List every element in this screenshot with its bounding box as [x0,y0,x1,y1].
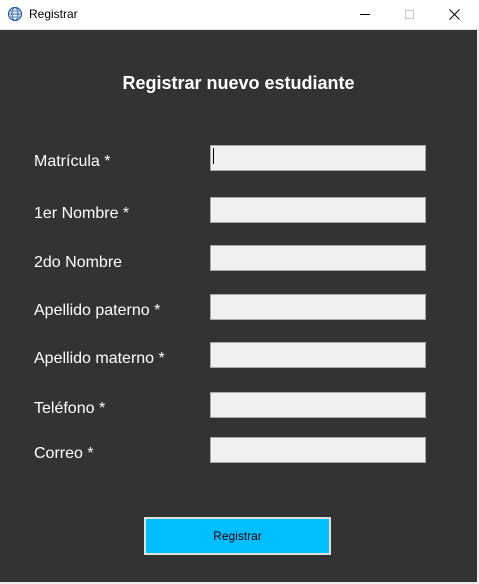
apellido-materno-field[interactable] [210,342,426,368]
minimize-icon [360,14,370,15]
title-bar[interactable]: Registrar [0,0,479,30]
segundo-nombre-field[interactable] [210,245,426,271]
matricula-label: Matrícula * [34,153,111,170]
apellido-materno-label: Apellido materno * [34,350,165,367]
primer-nombre-field[interactable] [210,197,426,223]
app-globe-icon [7,6,23,22]
close-icon [448,9,460,20]
primer-nombre-label: 1er Nombre * [34,205,130,222]
segundo-nombre-label: 2do Nombre [34,254,123,271]
maximize-icon [404,10,414,19]
apellido-paterno-field[interactable] [210,294,426,320]
matricula-field[interactable] [210,145,426,171]
correo-label: Correo * [34,445,94,462]
telefono-label: Teléfono * [34,400,106,417]
form-heading: Registrar nuevo estudiante [122,73,355,93]
window-title: Registrar [29,7,78,21]
close-button[interactable] [431,0,477,29]
registrar-window: Registrar Registrar nuevo estudiante Mat… [0,0,479,584]
telefono-field[interactable] [210,392,426,418]
apellido-paterno-label: Apellido paterno * [34,302,161,319]
correo-field[interactable] [210,437,426,463]
minimize-button[interactable] [342,0,388,29]
registrar-button[interactable]: Registrar [144,517,331,555]
text-caret [213,148,214,164]
form-panel: Registrar nuevo estudiante Matrícula * 1… [0,30,479,584]
maximize-button[interactable] [386,0,432,29]
